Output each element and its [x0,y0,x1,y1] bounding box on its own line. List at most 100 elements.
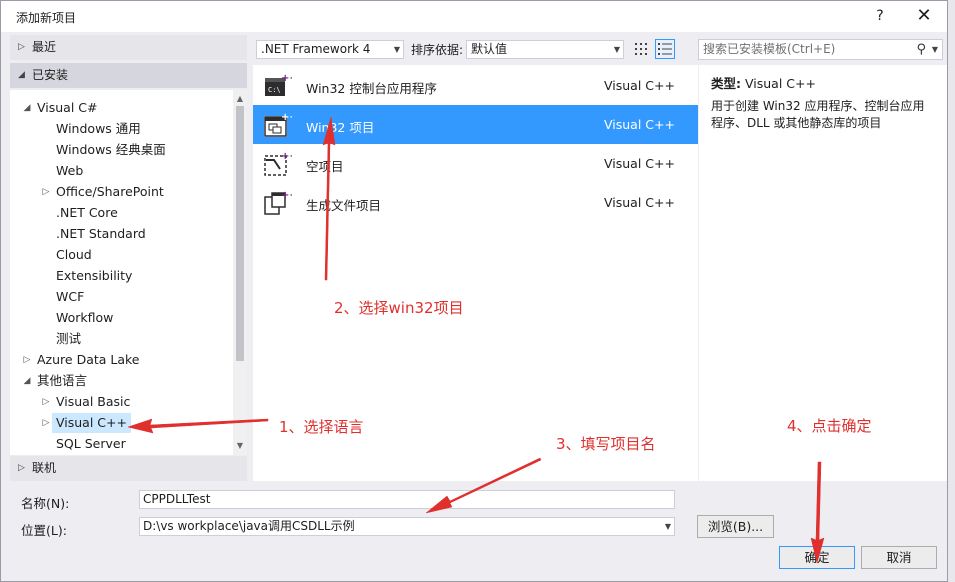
template-name: Win32 控制台应用程序 [306,81,437,96]
empty-project-icon: ++ [262,150,298,178]
name-field-value: CPPDLLTest [143,492,211,506]
chevron-down-icon[interactable]: ▼ [665,518,671,535]
ok-button[interactable]: 确定 [779,546,855,569]
tree-item[interactable]: ▷ Office/SharePoint [43,182,164,202]
tree-item[interactable]: SQL Server [56,434,126,454]
template-item[interactable]: ++ 空项目 Visual C++ [253,144,698,183]
svg-text:++: ++ [281,73,292,84]
help-button[interactable]: ? [869,5,891,27]
tree-header-installed-label: 已安装 [32,68,69,82]
chevron-down-icon[interactable]: ▼ [932,40,938,59]
search-input[interactable]: 搜索已安装模板(Ctrl+E) [703,42,835,56]
expand-arrow-icon[interactable]: ▷ [40,413,52,433]
tree-item-label: Workflow [56,310,114,325]
tree-item-label: Visual C++ [56,415,127,430]
tree-item[interactable]: Extensibility [56,266,132,286]
sort-select[interactable]: 默认值 ▼ [466,40,624,59]
expand-arrow-icon[interactable]: ▷ [40,182,52,202]
description-type-value: Visual C++ [744,76,816,91]
tree-header-installed[interactable]: ◢ 已安装 [10,63,247,88]
template-search[interactable]: 搜索已安装模板(Ctrl+E) ⚲ ▼ [698,39,943,60]
close-button[interactable]: ✕ [911,5,937,27]
name-field[interactable]: CPPDLLTest [139,490,675,509]
tree-item-label: Azure Data Lake [37,352,140,367]
template-name: 生成文件项目 [306,198,382,213]
tree-item-label: Office/SharePoint [56,184,164,199]
tree-item[interactable]: Web [56,161,83,181]
expand-arrow-icon[interactable]: ▷ [40,392,52,412]
template-language: Visual C++ [604,117,675,132]
tree-item[interactable]: ▷ Visual C++ [43,413,131,433]
tree-item-label: Visual C# [37,100,98,115]
svg-text:C:\: C:\ [268,86,281,94]
tree-item[interactable]: ▷ Visual Basic [43,392,131,412]
sort-label: 排序依据: [411,43,464,57]
svg-text:++: ++ [281,112,292,123]
location-field[interactable]: D:\vs workplace\java调用CSDLL示例 ▼ [139,517,675,536]
annotation-step1: 1、选择语言 [279,418,364,436]
tree-scrollbar[interactable]: ▲ ▼ [233,90,247,455]
chevron-down-icon: ▼ [393,45,400,54]
template-language: Visual C++ [604,195,675,210]
annotation-step3: 3、填写项目名 [556,435,656,453]
tree-item[interactable]: ▷ Azure Data Lake [24,350,140,370]
tree-item[interactable]: Cloud [56,245,92,265]
tree-item-label: Visual Basic [56,394,131,409]
tree-item-label: Cloud [56,247,92,262]
tree-header-recent-label: 最近 [32,40,57,54]
svg-text:++: ++ [281,151,292,162]
tree-item-label: Web [56,163,84,178]
tree-header-recent[interactable]: ▷ 最近 [10,35,247,60]
list-view-button[interactable] [655,39,675,59]
tree-item-label: Windows 通用 [56,121,141,136]
collapse-arrow-icon[interactable]: ◢ [21,98,33,118]
win32-project-icon: ++ [262,111,298,139]
grid-view-button[interactable] [631,39,651,59]
add-new-project-dialog: 添加新项目 ? ✕ ▷ 最近 ◢ 已安装 ◢ Visual C# Windows 通… [0,0,948,582]
tree-header-online[interactable]: ▷ 联机 [10,456,247,481]
expand-arrow-icon: ▷ [18,42,25,52]
tree-item[interactable]: ◢ Visual C# [24,98,98,118]
template-item[interactable]: ++ 生成文件项目 Visual C++ [253,183,698,222]
expand-arrow-icon: ▷ [18,463,25,473]
template-language: Visual C++ [604,156,675,171]
annotation-step4: 4、点击确定 [787,417,872,435]
tree-item[interactable]: Windows 通用 [56,119,141,139]
tree-item[interactable]: Windows 经典桌面 [56,140,166,160]
tree-item-label: Windows 经典桌面 [56,142,166,157]
location-field-value: D:\vs workplace\java调用CSDLL示例 [143,519,355,533]
location-label: 位置(L): [21,523,67,538]
expand-arrow-icon[interactable]: ▷ [21,350,33,370]
tree-item[interactable]: ◢ 其他语言 [24,371,87,391]
framework-select[interactable]: .NET Framework 4 ▼ [256,40,404,59]
tree-item[interactable]: WCF [56,287,84,307]
annotation-step2: 2、选择win32项目 [334,299,464,317]
collapse-arrow-icon: ◢ [18,70,25,80]
tree-item-label: WCF [56,289,85,304]
tree-item[interactable]: Workflow [56,308,113,328]
list-view-icon [658,43,672,55]
browse-button[interactable]: 浏览(B)... [697,515,774,538]
grid-view-icon [635,43,647,55]
tree-item[interactable]: .NET Core [56,203,118,223]
tree-item[interactable]: 测试 [56,329,81,349]
chevron-down-icon: ▼ [613,45,620,54]
tree-item[interactable]: .NET Standard [56,224,146,244]
description-type-label: 类型: [711,76,741,91]
sort-select-value: 默认值 [471,42,508,56]
cancel-button[interactable]: 取消 [861,546,937,569]
scroll-down-icon[interactable]: ▼ [233,439,247,453]
scroll-up-icon[interactable]: ▲ [233,92,247,106]
framework-select-value: .NET Framework 4 [261,42,371,56]
tree-item-label: 测试 [56,331,82,346]
template-name: 空项目 [306,159,344,174]
collapse-arrow-icon[interactable]: ◢ [21,371,33,391]
scroll-thumb[interactable] [236,106,244,361]
template-item[interactable]: C:\++ Win32 控制台应用程序 Visual C++ [253,66,698,105]
search-icon[interactable]: ⚲ [916,40,926,59]
template-language: Visual C++ [604,78,675,93]
description-text: 用于创建 Win32 应用程序、控制台应用程序、DLL 或其他静态库的项目 [711,99,925,130]
tree-item-label: SQL Server [56,436,126,451]
template-item[interactable]: ++ Win32 项目 Visual C++ [253,105,698,144]
dialog-title: 添加新项目 [16,11,77,25]
